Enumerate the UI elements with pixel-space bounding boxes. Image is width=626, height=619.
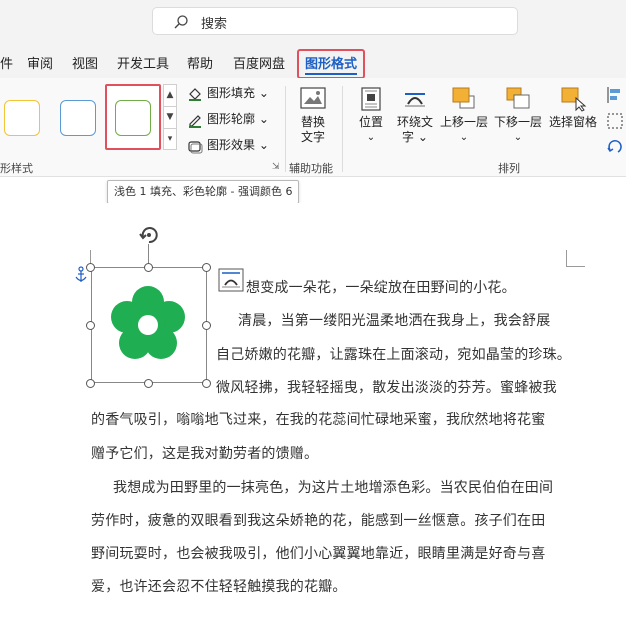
paragraph-line: 想变成一朵花，一朵绽放在田野间的小花。 [246, 280, 516, 296]
style-tooltip: 浅色 1 填充、彩色轮廓 - 强调颜色 6 [107, 180, 300, 204]
margin-mark [90, 250, 91, 264]
chevron-down-icon: ⌄ [459, 132, 469, 143]
search-box[interactable]: 搜索 [152, 7, 518, 35]
shape-fill-button[interactable]: 图形填充 ⌄ [187, 84, 269, 102]
paragraph-line: 赠予它们，这是我对勤劳者的馈赠。 [91, 446, 319, 462]
shape-effects-button[interactable]: 图形效果 ⌄ [187, 136, 269, 154]
position-icon [361, 87, 381, 111]
style-swatch-yellow[interactable] [4, 100, 40, 136]
separator [342, 86, 343, 172]
resize-handle[interactable] [144, 379, 153, 388]
paragraph-line: 爱，也许还会忍不住轻轻触摸我的花瓣。 [91, 579, 347, 595]
align-icon [607, 87, 620, 103]
resize-handle[interactable] [86, 321, 95, 330]
gallery-down-icon[interactable]: ▼ [164, 107, 176, 129]
chevron-down-icon: ⌄ [366, 132, 376, 143]
tab-review[interactable]: 审阅 [27, 53, 53, 72]
paragraph-line: 劳作时，疲惫的双眼看到我这朵娇艳的花，能感到一丝惬意。孩子们在田 [91, 513, 546, 529]
style-swatch-blue[interactable] [60, 100, 96, 136]
position-button[interactable]: 位置 ⌄ [355, 86, 387, 145]
wrap-text-icon [405, 93, 425, 107]
resize-handle[interactable] [202, 263, 211, 272]
dialog-launcher-icon[interactable]: ⇲ [272, 162, 280, 172]
layout-options-icon[interactable] [218, 268, 244, 292]
resize-handle[interactable] [144, 263, 153, 272]
paragraph-line: 的香气吸引，嗡嗡地飞过来，在我的花蕊间忙碌地采蜜，我欣然地将花蜜 [91, 412, 546, 428]
tab-shape-format[interactable]: 图形格式 [297, 49, 366, 79]
tab-baidu-netdisk[interactable]: 百度网盘 [233, 53, 285, 72]
shape-outline-button[interactable]: 图形轮廓 ⌄ [187, 110, 269, 128]
style-swatch-selected-frame[interactable] [105, 84, 161, 150]
tab-developer[interactable]: 开发工具 [117, 53, 169, 72]
gallery-up-icon[interactable]: ▲ [164, 85, 176, 107]
style-gallery-scroll[interactable]: ▲ ▼ ▾ [163, 84, 177, 150]
ribbon-tabs: 件 审阅 视图 开发工具 帮助 百度网盘 图形格式 [0, 44, 626, 79]
arrange-group-label: 排列 [498, 162, 520, 175]
align-group-icons[interactable] [606, 84, 626, 160]
resize-handle[interactable] [202, 379, 211, 388]
alt-text-button[interactable]: 替换 文字 [295, 86, 331, 145]
rotate-icon [607, 140, 622, 153]
rotate-handle-line [148, 244, 149, 264]
title-bar: 搜索 [0, 0, 626, 44]
resize-handle[interactable] [202, 321, 211, 330]
ribbon: ▲ ▼ ▾ 图形填充 ⌄ 图形轮廓 ⌄ 图形效果 ⌄ 形样式 ⇲ 替换 文字 辅… [0, 78, 626, 177]
search-placeholder: 搜索 [201, 17, 228, 32]
tab-view[interactable]: 视图 [72, 53, 98, 72]
selection-pane-icon [561, 87, 587, 112]
margin-mark [566, 250, 585, 267]
paint-bucket-icon [189, 87, 201, 101]
rotate-handle-icon[interactable] [137, 223, 161, 247]
separator [285, 86, 286, 172]
resize-handle[interactable] [86, 379, 95, 388]
paragraph-line: 清晨，当第一缕阳光温柔地洒在我身上，我会舒展 [238, 313, 551, 329]
paragraph-line: 微风轻拂，我轻轻摇曳，散发出淡淡的芬芳。蜜蜂被我 [216, 380, 557, 396]
alt-text-icon [300, 87, 326, 109]
send-backward-button[interactable]: 下移一层 ⌄ [494, 86, 542, 145]
style-swatch-green[interactable] [115, 100, 151, 136]
accessibility-group-label: 辅助功能 [289, 162, 333, 175]
tab-file[interactable]: 件 [0, 53, 13, 72]
shape-effects-icon [188, 140, 203, 153]
paragraph-line: 自己娇嫩的花瓣，让露珠在上面滚动，宛如晶莹的珍珠。 [216, 347, 571, 363]
send-backward-icon [506, 87, 530, 109]
bring-forward-button[interactable]: 上移一层 ⌄ [440, 86, 488, 145]
wrap-text-button[interactable]: 环绕文 字 ⌄ [395, 86, 435, 145]
shape-styles-group-label: 形样式 [0, 162, 33, 175]
chevron-down-icon: ⌄ [513, 132, 523, 143]
group-icon [607, 113, 623, 129]
bring-forward-icon [452, 87, 475, 109]
pen-icon [189, 114, 201, 128]
gallery-more-icon[interactable]: ▾ [164, 129, 176, 150]
paragraph-line: 我想成为田野里的一抹亮色，为这片土地增添色彩。当农民伯伯在田间 [113, 480, 554, 496]
flower-shape[interactable] [108, 285, 188, 365]
search-icon [174, 15, 188, 29]
paragraph-line: 野间玩耍时，也会被我吸引，他们小心翼翼地靠近，眼睛里满是好奇与喜 [91, 546, 546, 562]
tab-help[interactable]: 帮助 [187, 53, 213, 72]
selection-pane-button[interactable]: 选择窗格 [548, 86, 598, 130]
resize-handle[interactable] [86, 263, 95, 272]
